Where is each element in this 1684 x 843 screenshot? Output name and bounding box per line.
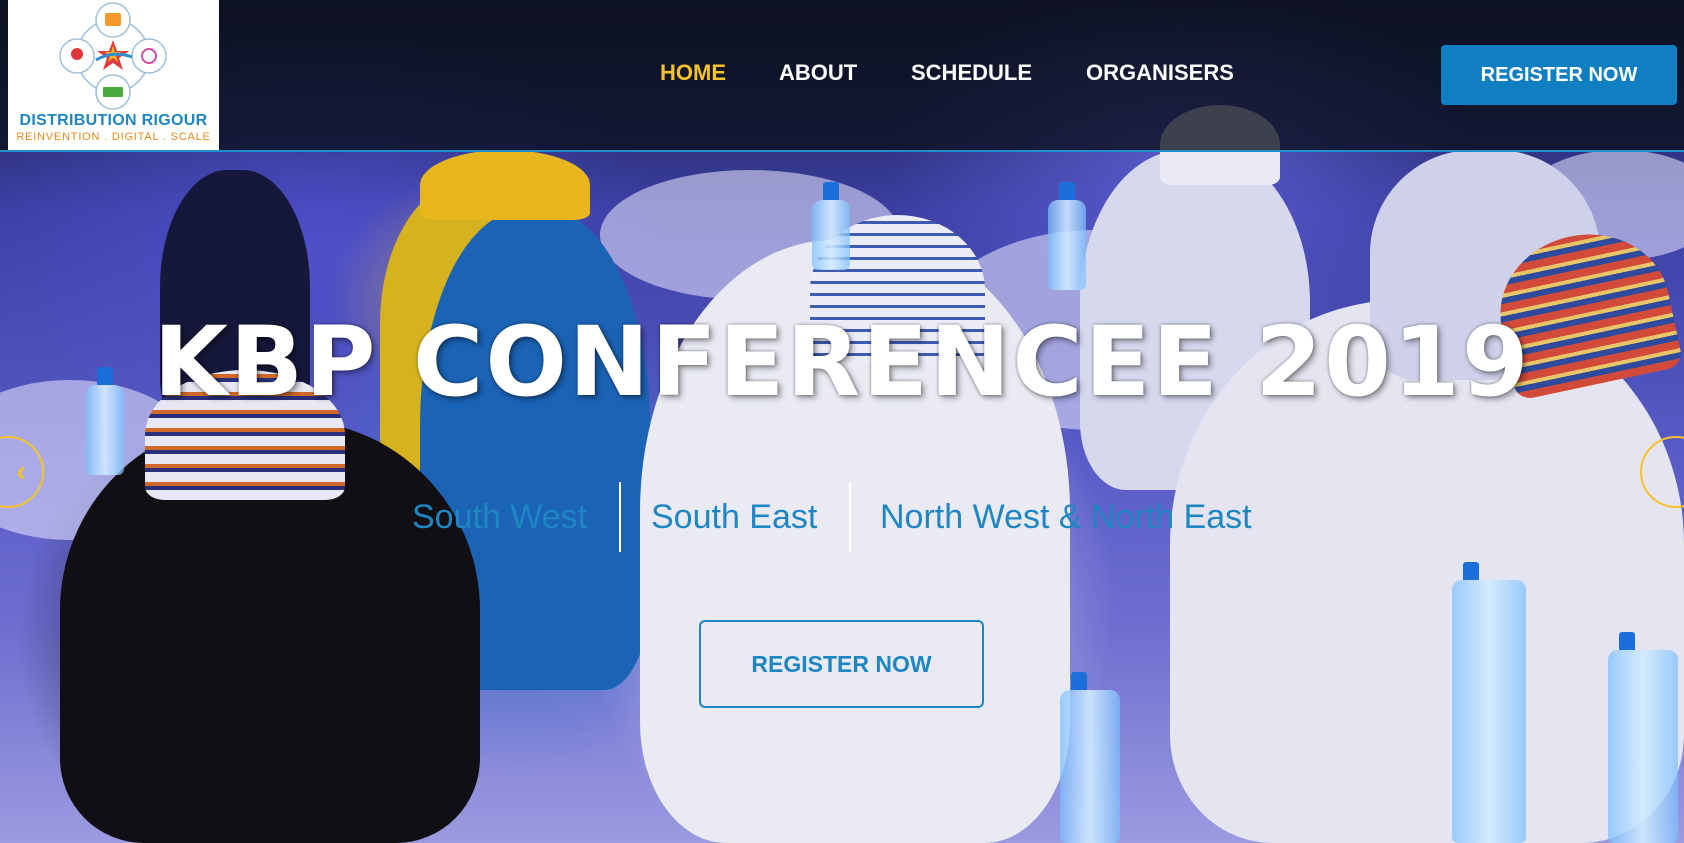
nav-organisers[interactable]: ORGANISERS [1086,60,1234,86]
region-north-west-north-east: North West & North East [880,498,1252,536]
region-south-east: South East [651,498,818,536]
hero-register-button[interactable]: REGISTER NOW [699,620,984,708]
region-list: South West South East North West & North… [0,482,1684,552]
header-register-button[interactable]: REGISTER NOW [1441,45,1677,105]
site-logo[interactable]: DISTRIBUTION RIGOUR REINVENTION . DIGITA… [8,0,219,150]
nav-schedule[interactable]: SCHEDULE [911,60,1032,86]
chevron-left-icon: ‹ [16,455,26,488]
region-divider [849,482,851,552]
nav-about[interactable]: ABOUT [779,60,857,86]
brand-name: DISTRIBUTION RIGOUR [19,112,208,129]
region-divider [619,482,621,552]
brand-tagline: REINVENTION . DIGITAL . SCALE [16,131,211,143]
nav-home[interactable]: HOME [660,60,726,86]
hero-title: KBP CONFERENCEE 2019 [153,306,1531,418]
logo-emblem-icon [59,2,167,110]
site-header: DISTRIBUTION RIGOUR REINVENTION . DIGITA… [0,0,1684,152]
region-south-west: South West [412,498,588,536]
